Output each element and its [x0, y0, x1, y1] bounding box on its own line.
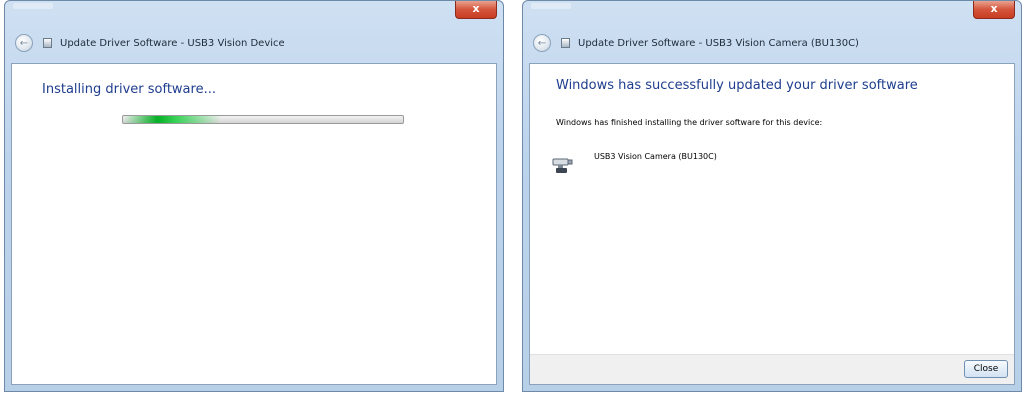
camera-device-icon: [552, 158, 573, 173]
success-heading: Windows has successfully updated your dr…: [556, 78, 918, 93]
progress-fill: [123, 116, 221, 123]
dialog-content: Installing driver software...: [11, 63, 497, 385]
dialog-header: ← Update Driver Software - USB3 Vision D…: [11, 31, 497, 55]
installing-driver-window: x ← Update Driver Software - USB3 Vision…: [4, 0, 504, 392]
title-bar: [531, 3, 571, 9]
device-icon: [561, 38, 570, 48]
close-button[interactable]: Close: [964, 360, 1008, 378]
dialog-header: ← Update Driver Software - USB3 Vision C…: [529, 31, 1015, 55]
back-arrow-icon[interactable]: ←: [533, 34, 551, 52]
device-icon: [43, 38, 52, 48]
window-title: Update Driver Software - USB3 Vision Dev…: [60, 37, 285, 49]
installing-heading: Installing driver software...: [42, 82, 216, 97]
driver-updated-window: x ← Update Driver Software - USB3 Vision…: [522, 0, 1022, 392]
title-bar: [13, 3, 53, 9]
install-progress-bar: [122, 115, 404, 124]
device-name: USB3 Vision Camera (BU130C): [594, 152, 717, 161]
back-arrow-icon[interactable]: ←: [15, 34, 33, 52]
dialog-content: Windows has successfully updated your dr…: [529, 63, 1015, 385]
window-close-icon[interactable]: x: [455, 1, 497, 19]
dialog-footer: Close: [530, 354, 1014, 384]
installed-device-row: USB3 Vision Camera (BU130C): [552, 152, 717, 174]
finished-message: Windows has finished installing the driv…: [556, 118, 823, 127]
window-close-icon[interactable]: x: [973, 1, 1015, 19]
window-title: Update Driver Software - USB3 Vision Cam…: [578, 37, 859, 49]
